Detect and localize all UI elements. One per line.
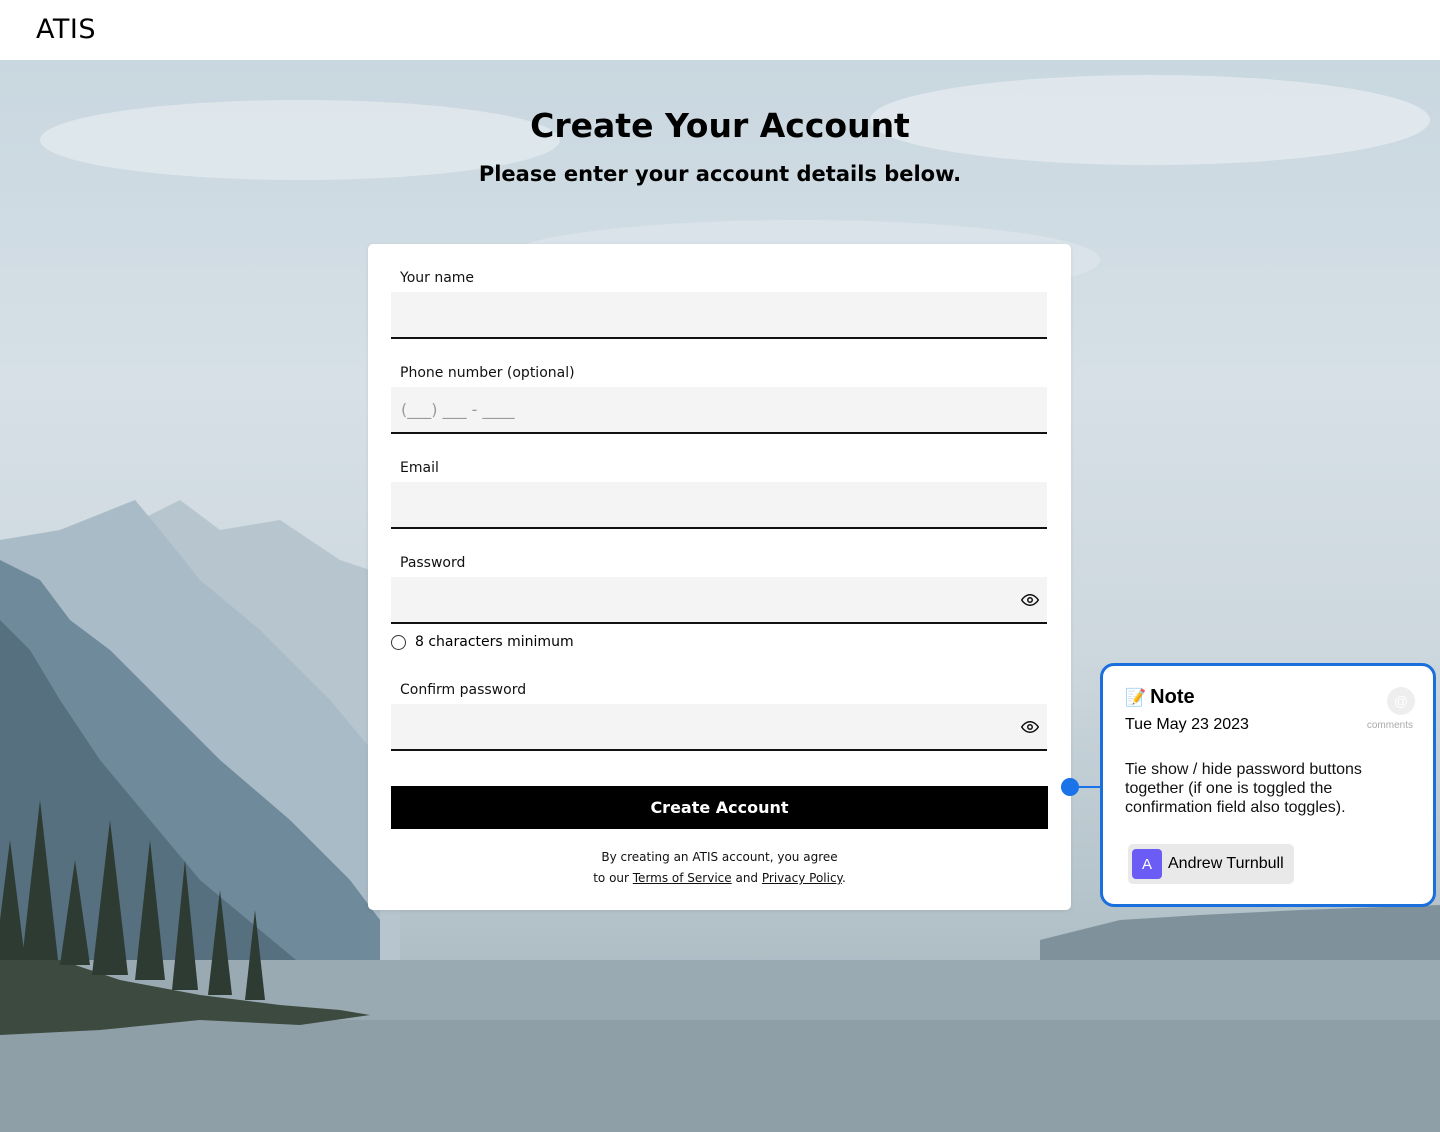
author-chip[interactable]: A Andrew Turnbull bbox=[1128, 844, 1294, 884]
create-account-button[interactable]: Create Account bbox=[391, 786, 1048, 829]
name-field-wrapper bbox=[391, 292, 1047, 339]
note-date: Tue May 23 2023 bbox=[1125, 716, 1249, 733]
terms-of-service-link[interactable]: Terms of Service bbox=[633, 871, 732, 885]
password-input[interactable] bbox=[391, 577, 1047, 622]
avatar: A bbox=[1132, 849, 1162, 879]
email-field-wrapper bbox=[391, 482, 1047, 529]
email-input[interactable] bbox=[391, 482, 1047, 527]
author-name: Andrew Turnbull bbox=[1168, 855, 1284, 872]
note-anchor-dot[interactable] bbox=[1061, 778, 1079, 796]
note-title: 📝 Note bbox=[1125, 686, 1195, 709]
confirm-password-input[interactable] bbox=[391, 704, 1047, 749]
comments-label: comments bbox=[1366, 720, 1413, 731]
note-title-text: Note bbox=[1150, 686, 1195, 708]
privacy-policy-link[interactable]: Privacy Policy bbox=[762, 871, 842, 885]
password-requirement-text: 8 characters minimum bbox=[415, 634, 574, 650]
confirm-password-field-wrapper bbox=[391, 704, 1047, 751]
legal-line-2: to our Terms of Service and Privacy Poli… bbox=[368, 868, 1071, 889]
name-input[interactable] bbox=[391, 292, 1047, 337]
note-connector-line bbox=[1077, 786, 1101, 788]
show-password-eye-icon[interactable] bbox=[1021, 591, 1039, 609]
email-label: Email bbox=[400, 460, 439, 476]
page-subtitle: Please enter your account details below. bbox=[478, 162, 962, 186]
comment-icon[interactable]: @ bbox=[1387, 687, 1415, 715]
phone-field-wrapper bbox=[391, 387, 1047, 434]
legal-prefix: to our bbox=[593, 871, 633, 885]
memo-icon: 📝 bbox=[1125, 687, 1147, 707]
password-field-wrapper bbox=[391, 577, 1047, 624]
phone-label: Phone number (optional) bbox=[400, 365, 575, 381]
legal-suffix: . bbox=[841, 871, 846, 885]
annotation-note: 📝 Note Tue May 23 2023 @ comments Tie sh… bbox=[1100, 663, 1436, 907]
legal-line-1: By creating an ATIS account, you agree bbox=[601, 850, 838, 864]
legal-and: and bbox=[731, 871, 762, 885]
confirm-password-label: Confirm password bbox=[400, 682, 527, 698]
top-bar: ATIS bbox=[0, 0, 1440, 60]
password-requirement: 8 characters minimum bbox=[391, 634, 574, 650]
signup-form-card: Your name Phone number (optional) Email … bbox=[368, 244, 1071, 910]
atis-logo[interactable]: ATIS bbox=[36, 14, 96, 45]
legal-text: By creating an ATIS account, you agree t… bbox=[368, 847, 1071, 889]
password-label: Password bbox=[400, 555, 466, 571]
name-label: Your name bbox=[400, 270, 475, 286]
page-title: Create Your Account bbox=[530, 106, 910, 145]
requirement-status-icon bbox=[391, 634, 406, 650]
show-confirm-password-eye-icon[interactable] bbox=[1021, 718, 1039, 736]
note-body: Tie show / hide password buttons togethe… bbox=[1125, 761, 1362, 816]
phone-input[interactable] bbox=[391, 387, 1047, 432]
